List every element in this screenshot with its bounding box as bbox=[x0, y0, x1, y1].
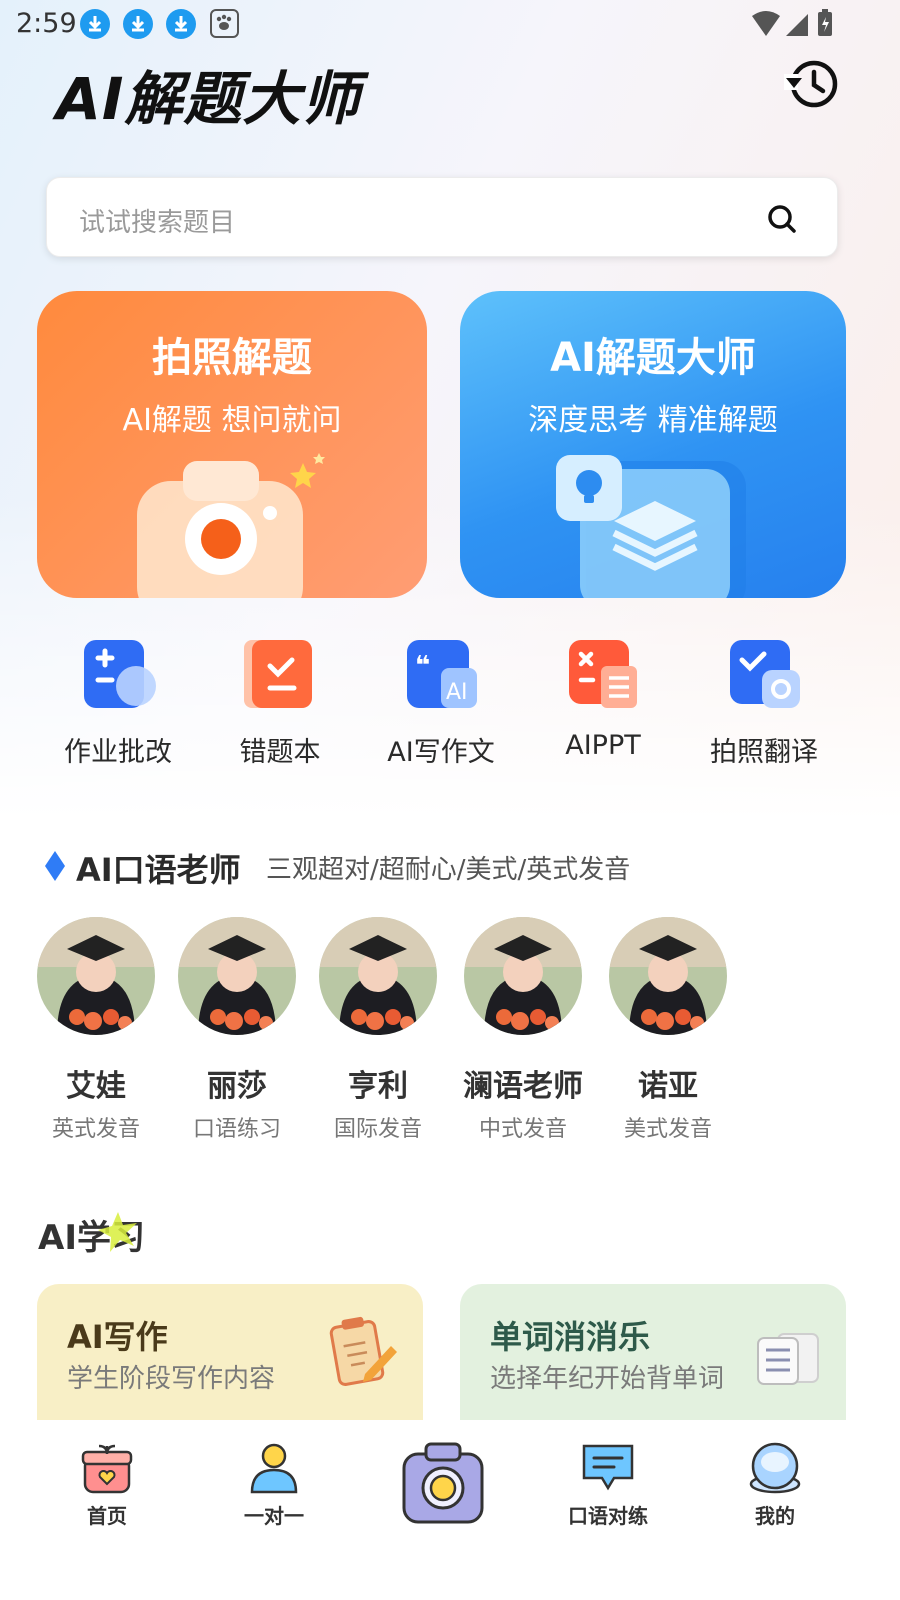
card-subtitle: AI解题 想问就问 bbox=[122, 403, 342, 438]
tutor-desc: 中式发音 bbox=[478, 1117, 567, 1142]
tutor-desc: 英式发音 bbox=[51, 1117, 140, 1142]
nav-label: 一对一 bbox=[244, 1504, 304, 1528]
tutor-avatar bbox=[609, 917, 727, 1035]
clipboard-pencil-icon bbox=[329, 1316, 397, 1386]
tutor-avatar bbox=[319, 917, 437, 1035]
ai-essay-icon: ❝ AI bbox=[407, 640, 477, 708]
card-title: AI解题大师 bbox=[550, 335, 756, 381]
tool-ai-essay[interactable]: ❝ AI AI写作文 bbox=[371, 636, 511, 769]
photo-solve-card[interactable]: 拍照解题 AI解题 想问就问 bbox=[37, 291, 427, 598]
tool-homework-check[interactable]: 作业批改 bbox=[48, 636, 188, 769]
aippt-icon bbox=[569, 640, 637, 708]
nav-one-on-one[interactable]: 一对一 bbox=[214, 1440, 334, 1529]
tutor-name: 澜语老师 bbox=[463, 1069, 583, 1104]
nav-speaking-practice[interactable]: 口语对练 bbox=[548, 1440, 668, 1529]
photo-translate-icon bbox=[730, 640, 800, 708]
ai-master-card[interactable]: AI解题大师 深度思考 精准解题 bbox=[460, 291, 846, 598]
study-card-subtitle: 学生阶段写作内容 bbox=[67, 1364, 276, 1394]
person-icon bbox=[250, 1443, 298, 1494]
tutor-name: 诺亚 bbox=[638, 1069, 698, 1104]
card-title: 拍照解题 bbox=[152, 335, 312, 381]
download-icon bbox=[123, 9, 153, 39]
card-subtitle: 深度思考 精准解题 bbox=[528, 403, 778, 438]
nav-label: 我的 bbox=[755, 1504, 795, 1528]
tool-label: 作业批改 bbox=[64, 737, 172, 768]
tutor-item[interactable]: 艾娃 英式发音 bbox=[26, 917, 166, 1143]
word-match-card[interactable]: 单词消消乐 选择年纪开始背单词 bbox=[460, 1284, 846, 1420]
nav-home[interactable]: 首页 bbox=[47, 1440, 167, 1529]
status-bar: 2:59 bbox=[0, 0, 900, 46]
svg-text:❝: ❝ bbox=[415, 651, 430, 681]
gift-home-icon bbox=[81, 1444, 133, 1494]
section-title: AI口语老师 bbox=[76, 851, 241, 889]
download-icon bbox=[166, 9, 196, 39]
svg-text:AI: AI bbox=[446, 680, 468, 705]
tool-label: AI写作文 bbox=[387, 737, 495, 768]
sparkle-icon bbox=[98, 1212, 137, 1252]
tool-label: 错题本 bbox=[239, 737, 321, 768]
tutor-item[interactable]: 诺亚 美式发音 bbox=[598, 917, 738, 1143]
search-icon[interactable] bbox=[765, 202, 799, 236]
app-title: AI解题大师 bbox=[56, 65, 361, 133]
baidu-paw-icon bbox=[210, 9, 239, 38]
study-card-subtitle: 选择年纪开始背单词 bbox=[490, 1364, 725, 1394]
mistake-book-icon bbox=[244, 640, 312, 708]
tool-aippt[interactable]: AIPPT bbox=[533, 636, 673, 761]
word-cards-icon bbox=[757, 1333, 819, 1385]
nav-label: 首页 bbox=[87, 1504, 127, 1528]
tool-mistake-book[interactable]: 错题本 bbox=[210, 636, 350, 769]
tutor-name: 亨利 bbox=[348, 1069, 408, 1104]
tutor-avatar bbox=[464, 917, 582, 1035]
tutor-item[interactable]: 澜语老师 中式发音 bbox=[453, 917, 593, 1143]
nav-profile[interactable]: 我的 bbox=[715, 1440, 835, 1529]
profile-planet-icon bbox=[749, 1442, 801, 1494]
camera-illustration-icon bbox=[137, 453, 325, 598]
tutor-item[interactable]: 亨利 国际发音 bbox=[308, 917, 448, 1143]
tutor-desc: 口语练习 bbox=[192, 1117, 281, 1142]
nav-label: 口语对练 bbox=[568, 1504, 648, 1528]
tutor-name: 丽莎 bbox=[207, 1069, 267, 1104]
tutor-avatar bbox=[178, 917, 296, 1035]
homework-check-icon bbox=[84, 640, 156, 708]
download-icon bbox=[80, 9, 110, 39]
tool-label: AIPPT bbox=[565, 730, 641, 761]
tutor-item[interactable]: 丽莎 口语练习 bbox=[167, 917, 307, 1143]
tutor-avatar bbox=[37, 917, 155, 1035]
status-time: 2:59 bbox=[16, 8, 77, 39]
tutor-desc: 国际发音 bbox=[333, 1117, 422, 1142]
tool-label: 拍照翻译 bbox=[710, 737, 818, 768]
history-icon[interactable] bbox=[782, 56, 842, 112]
study-card-title: 单词消消乐 bbox=[490, 1318, 651, 1356]
knowledge-book-illustration-icon bbox=[556, 455, 746, 598]
study-card-title: AI写作 bbox=[67, 1318, 168, 1356]
camera-center-button[interactable] bbox=[400, 1440, 486, 1526]
search-bar[interactable]: 试试搜索题目 bbox=[46, 177, 838, 257]
chat-bubble-icon bbox=[582, 1444, 634, 1491]
ai-writing-card[interactable]: AI写作 学生阶段写作内容 bbox=[37, 1284, 423, 1420]
tool-photo-translate[interactable]: 拍照翻译 bbox=[694, 636, 834, 769]
signal-wifi-battery-icon bbox=[752, 9, 832, 36]
diamond-icon bbox=[45, 851, 65, 881]
section-subtitle: 三观超对/超耐心/美式/英式发音 bbox=[266, 855, 631, 885]
search-placeholder: 试试搜索题目 bbox=[79, 208, 236, 238]
tutors-section-header: AI口语老师 三观超对/超耐心/美式/英式发音 bbox=[44, 843, 864, 891]
tutor-name: 艾娃 bbox=[66, 1069, 126, 1104]
tutor-desc: 美式发音 bbox=[623, 1117, 712, 1142]
